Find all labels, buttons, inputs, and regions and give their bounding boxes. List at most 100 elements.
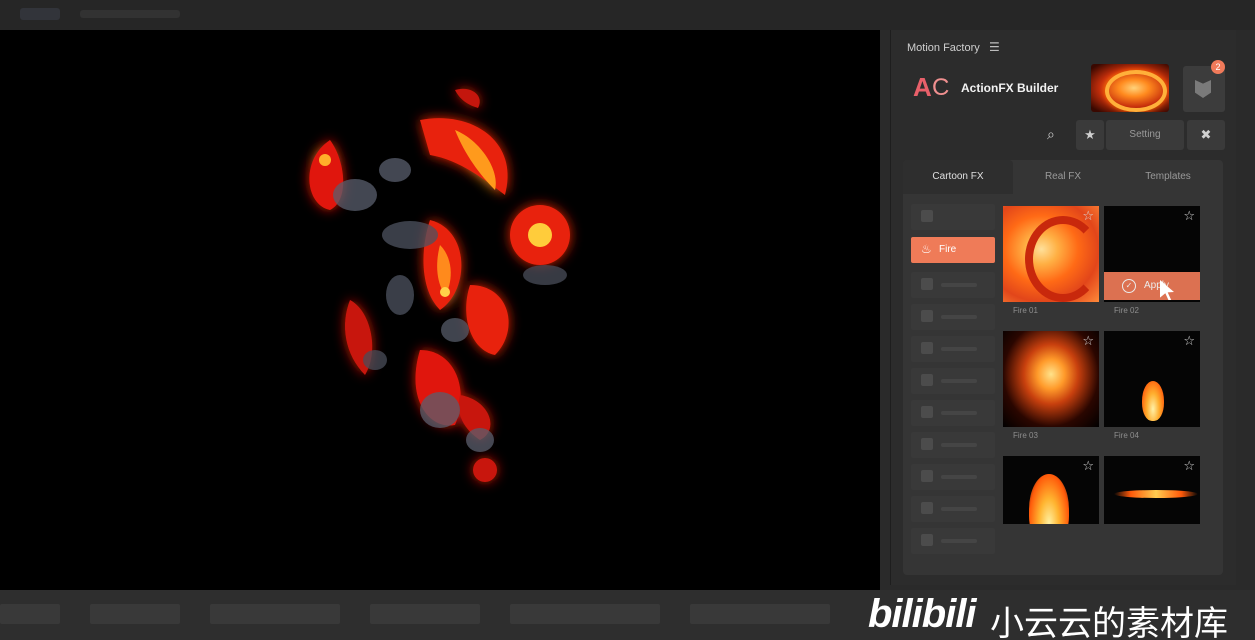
category-icon [921,534,933,546]
setting-button[interactable]: Setting [1106,120,1184,150]
smoke-puff [441,318,469,342]
app-root: Motion Factory ☰ A C ActionFX Builder 2 … [0,0,1255,640]
category-icon [921,210,933,222]
hamburger-icon[interactable]: ☰ [989,40,1000,54]
star-icon[interactable]: ☆ [1082,333,1094,349]
fire-blob [440,287,450,297]
smoke-puff [382,221,438,249]
star-icon[interactable]: ☆ [1183,333,1195,349]
effect-card-fire-05[interactable]: ☆ [1003,456,1099,526]
top-bar [0,0,1255,30]
effect-caption: Fire 02 [1114,306,1139,315]
category-item[interactable] [911,336,995,362]
flame-swirl-graphic [1025,216,1099,302]
star-icon[interactable]: ☆ [1082,458,1094,474]
smoke-puff [420,392,460,428]
category-item[interactable] [911,204,995,230]
category-label-line [941,475,977,479]
category-icon [921,278,933,290]
category-item[interactable] [911,368,995,394]
category-icon [921,374,933,386]
effects-browser: Cartoon FX Real FX Templates ♨ Fire ☆ Fi… [903,160,1223,575]
fire-blob [319,154,331,166]
category-label-line [941,507,977,511]
effect-caption: Fire 04 [1114,431,1139,440]
category-icon [921,438,933,450]
category-item[interactable] [911,528,995,554]
flame-graphic [1029,474,1069,524]
category-item[interactable] [911,304,995,330]
category-label-line [941,283,977,287]
smoke-puff [523,265,567,285]
panel-title: Motion Factory [907,42,980,54]
category-item[interactable] [911,432,995,458]
fire-blob [455,88,480,108]
category-icon [921,406,933,418]
timeline-item[interactable] [690,604,830,624]
category-label-line [941,443,977,447]
category-item-fire[interactable]: ♨ Fire [911,237,995,263]
effect-caption: Fire 03 [1013,431,1038,440]
timeline-item[interactable] [0,604,60,624]
category-label-line [941,539,977,543]
smoke-puff [466,428,494,452]
brand-logo-c: C [932,74,950,101]
timeline-item[interactable] [90,604,180,624]
fire-ring-graphic [1105,70,1167,112]
top-bar-item[interactable] [20,8,60,20]
category-icon [921,470,933,482]
panel-toolbar: ⌕ ★ Setting ✖ [901,118,1231,152]
top-bar-item[interactable] [80,10,180,18]
effect-card-fire-06[interactable]: ☆ [1104,456,1200,526]
tab-cartoon-fx[interactable]: Cartoon FX [903,160,1013,194]
smoke-puff [386,275,414,315]
category-icon [921,502,933,514]
fire-blob [466,285,509,355]
motion-factory-panel: Motion Factory ☰ A C ActionFX Builder 2 … [890,30,1236,585]
brand-logo: A [913,72,932,102]
tools-icon[interactable]: ✖ [1187,120,1225,150]
check-circle-icon: ✓ [1122,279,1136,293]
effect-card-fire-03[interactable]: ☆ Fire 03 [1003,331,1099,449]
category-label-line [941,411,977,415]
smoke-puff [363,350,387,370]
fire-blob [473,458,497,482]
category-label-line [941,379,977,383]
composition-viewport[interactable] [0,30,880,590]
effect-tabs: Cartoon FX Real FX Templates [903,160,1223,194]
category-label-line [941,347,977,351]
effect-card-fire-02[interactable]: ✓ Apply ☆ Fire 02 [1104,206,1200,324]
category-item[interactable] [911,464,995,490]
search-icon[interactable]: ⌕ [1047,126,1055,143]
timeline-item[interactable] [370,604,480,624]
star-icon[interactable]: ☆ [1082,208,1094,224]
tab-real-fx[interactable]: Real FX [1013,160,1113,194]
apply-button[interactable]: ✓ Apply [1104,272,1200,300]
flame-graphic [1142,381,1164,421]
effect-card-fire-04[interactable]: ☆ Fire 04 [1104,331,1200,449]
fire-effect-preview [309,88,570,482]
category-icon [921,342,933,354]
bilibili-logo: bilibili [868,592,977,636]
category-item[interactable] [911,400,995,426]
header-effect-thumbnail[interactable] [1091,64,1169,112]
brand-name: ActionFX Builder [961,81,1059,95]
smoke-puff [333,179,377,211]
star-icon[interactable]: ☆ [1183,458,1195,474]
effect-card-fire-01[interactable]: ☆ Fire 01 [1003,206,1099,324]
category-icon [921,310,933,322]
user-icon [1195,80,1211,98]
tab-templates[interactable]: Templates [1118,160,1218,194]
star-icon[interactable]: ☆ [1183,208,1195,224]
timeline-item[interactable] [210,604,340,624]
smoke-puff [379,158,411,182]
watermark-text: 小云云的素材库 [990,605,1228,640]
category-item[interactable] [911,496,995,522]
category-label-line [941,315,977,319]
notification-badge: 2 [1211,60,1225,74]
timeline-item[interactable] [510,604,660,624]
category-label: Fire [939,244,957,255]
effect-caption: Fire 01 [1013,306,1038,315]
category-item[interactable] [911,272,995,298]
favorites-button[interactable]: ★ [1076,120,1104,150]
